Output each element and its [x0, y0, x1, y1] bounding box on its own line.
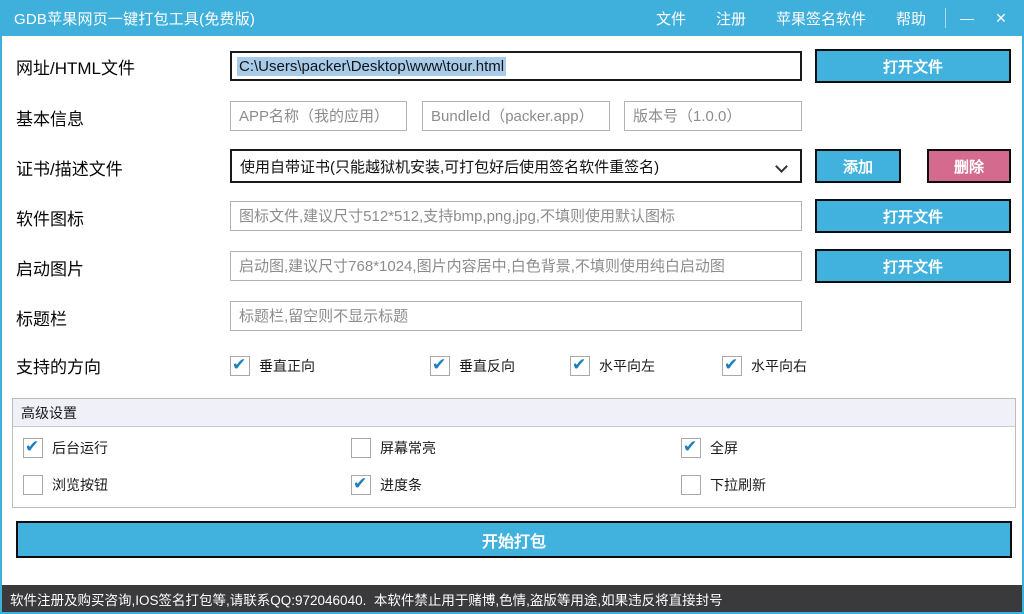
app-icon-field[interactable] [230, 201, 802, 231]
checkbox-icon[interactable] [23, 437, 43, 458]
checkbox-icon[interactable] [23, 475, 43, 495]
certificate-selected-option: 使用自带证书(只能越狱机安装,可打包好后使用签名软件重签名) [240, 158, 660, 176]
checkbox-icon[interactable] [351, 474, 371, 495]
checkbox-portrait-upside-down[interactable]: 垂直反向 [430, 355, 515, 377]
checkbox-pull-to-refresh[interactable]: 下拉刷新 [681, 474, 766, 496]
checkbox-progress-bar[interactable]: 进度条 [351, 474, 422, 496]
checkbox-icon[interactable] [681, 437, 701, 458]
menu-help[interactable]: 帮助 [881, 0, 941, 37]
version-field[interactable] [624, 101, 802, 131]
app-name-field[interactable] [230, 101, 407, 131]
checkbox-icon[interactable] [722, 355, 742, 376]
checkbox-browse-buttons[interactable]: 浏览按钮 [23, 474, 108, 496]
close-icon[interactable]: ✕ [984, 0, 1018, 36]
advanced-settings-title: 高级设置 [13, 399, 1015, 427]
checkbox-icon[interactable] [430, 355, 450, 376]
menu-apple-sign-software[interactable]: 苹果签名软件 [761, 0, 881, 37]
add-certificate-button[interactable]: 添加 [815, 149, 901, 183]
url-input[interactable]: C:\Users\packer\Desktop\www\tour.html [230, 51, 802, 81]
checkbox-label: 垂直正向 [259, 358, 315, 374]
menu-separator [945, 8, 946, 28]
checkbox-icon[interactable] [681, 475, 701, 495]
checkbox-label: 水平向左 [599, 358, 655, 374]
url-label: 网址/HTML文件 [16, 59, 135, 78]
checkbox-background-run[interactable]: 后台运行 [23, 437, 108, 459]
checkbox-label: 屏幕常亮 [380, 440, 436, 456]
checkbox-landscape-right[interactable]: 水平向右 [722, 355, 807, 377]
certificate-label: 证书/描述文件 [16, 160, 123, 179]
checkbox-fullscreen[interactable]: 全屏 [681, 437, 738, 459]
delete-certificate-button[interactable]: 删除 [927, 149, 1011, 183]
title-bar: GDB苹果网页一键打包工具(免费版) 文件 注册 苹果签名软件 帮助 — ✕ [2, 0, 1022, 37]
chevron-down-icon [775, 160, 788, 173]
launch-image-label: 启动图片 [16, 260, 84, 279]
basic-info-label: 基本信息 [16, 110, 84, 129]
launch-image-field[interactable] [230, 251, 802, 281]
menu-register[interactable]: 注册 [701, 0, 761, 37]
checkbox-label: 全屏 [710, 440, 738, 456]
checkbox-icon[interactable] [351, 438, 371, 458]
advanced-settings-group: 高级设置 后台运行 屏幕常亮 全屏 浏览按钮 进度条 [12, 398, 1016, 508]
checkbox-landscape-left[interactable]: 水平向左 [570, 355, 655, 377]
main-content: 网址/HTML文件 C:\Users\packer\Desktop\www\to… [2, 36, 1022, 612]
bundle-id-field[interactable] [422, 101, 610, 131]
open-url-file-button[interactable]: 打开文件 [815, 49, 1011, 83]
titlebar-field[interactable] [230, 301, 802, 331]
status-bar: 软件注册及购买咨询,IOS签名打包等,请联系QQ:972046040. 本软件禁… [2, 585, 1022, 612]
url-selected-text: C:\Users\packer\Desktop\www\tour.html [237, 56, 507, 76]
open-launch-file-button[interactable]: 打开文件 [815, 249, 1011, 283]
open-icon-file-button[interactable]: 打开文件 [815, 199, 1011, 233]
checkbox-label: 进度条 [380, 477, 422, 493]
orientation-label: 支持的方向 [16, 358, 101, 377]
app-icon-label: 软件图标 [16, 210, 84, 229]
checkbox-icon[interactable] [570, 355, 590, 376]
checkbox-label: 后台运行 [52, 440, 108, 456]
titlebar-field-label: 标题栏 [16, 310, 67, 329]
checkbox-label: 水平向右 [751, 358, 807, 374]
menu-file[interactable]: 文件 [641, 0, 701, 37]
menu-bar: 文件 注册 苹果签名软件 帮助 — ✕ [641, 0, 1022, 37]
window-title: GDB苹果网页一键打包工具(免费版) [14, 10, 256, 28]
checkbox-keep-screen-on[interactable]: 屏幕常亮 [351, 437, 436, 459]
start-packing-button[interactable]: 开始打包 [16, 521, 1012, 558]
checkbox-icon[interactable] [230, 355, 250, 376]
checkbox-label: 浏览按钮 [52, 477, 108, 493]
certificate-select[interactable]: 使用自带证书(只能越狱机安装,可打包好后使用签名软件重签名) [230, 149, 802, 183]
app-window: GDB苹果网页一键打包工具(免费版) 文件 注册 苹果签名软件 帮助 — ✕ 网… [0, 0, 1024, 614]
checkbox-label: 垂直反向 [459, 358, 515, 374]
checkbox-label: 下拉刷新 [710, 477, 766, 493]
minimize-icon[interactable]: — [950, 0, 984, 36]
checkbox-portrait[interactable]: 垂直正向 [230, 355, 315, 377]
